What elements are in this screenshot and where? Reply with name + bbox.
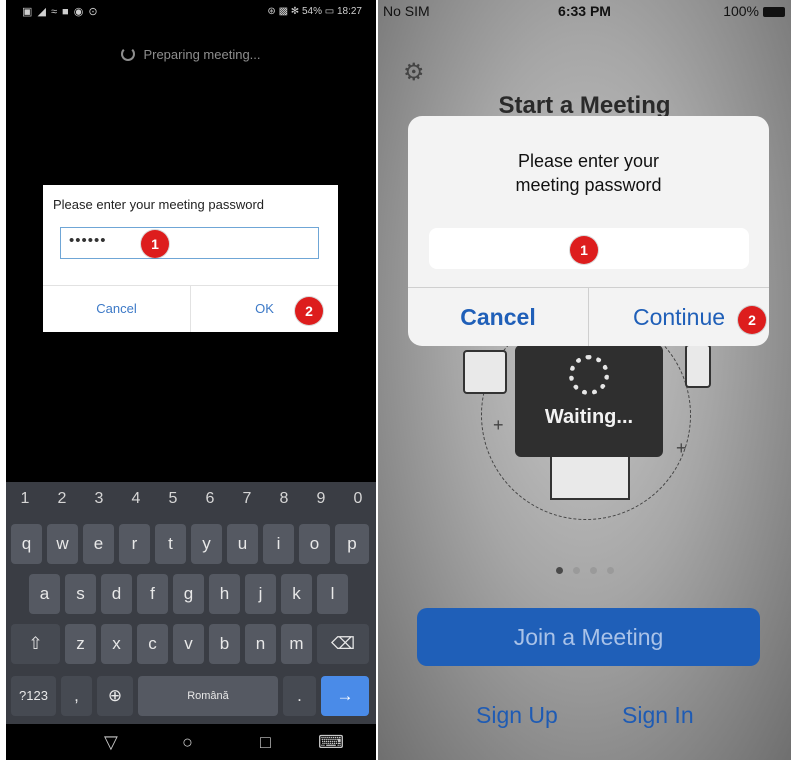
key-2[interactable]: 2 xyxy=(47,490,77,508)
key-p[interactable]: p xyxy=(335,524,369,564)
sign-in-link[interactable]: Sign In xyxy=(622,702,694,729)
page-dot xyxy=(555,567,563,574)
key-v[interactable]: v xyxy=(173,624,204,664)
key-a[interactable]: a xyxy=(29,574,60,614)
globe-icon[interactable]: ⊕ xyxy=(97,676,133,716)
tablet-device-icon xyxy=(463,350,507,394)
key-y[interactable]: y xyxy=(191,524,222,564)
step-badge-2: 2 xyxy=(295,297,323,325)
page-indicator xyxy=(378,561,791,579)
key-b[interactable]: b xyxy=(209,624,240,664)
key-r[interactable]: r xyxy=(119,524,150,564)
step-badge-1: 1 xyxy=(141,230,169,258)
home-icon[interactable]: ○ xyxy=(182,732,193,753)
cancel-button[interactable]: Cancel xyxy=(408,288,589,346)
key-h[interactable]: h xyxy=(209,574,240,614)
key-s[interactable]: s xyxy=(65,574,96,614)
android-password-dialog: Please enter your meeting password •••••… xyxy=(43,185,338,332)
android-phone-screen: ▣ ◢ ≈ ■ ◉ ⊙ ⊛ ▩ ✻ 54% ▭ 18:27 Preparing … xyxy=(6,0,376,760)
space-key[interactable]: Română xyxy=(138,676,278,716)
key-w[interactable]: w xyxy=(47,524,78,564)
backspace-key[interactable]: ⌫ xyxy=(317,624,369,664)
key-6[interactable]: 6 xyxy=(195,490,225,508)
android-status-icons: ▣ ◢ ≈ ■ ◉ ⊙ xyxy=(22,6,99,18)
key-m[interactable]: m xyxy=(281,624,312,664)
key-o[interactable]: o xyxy=(299,524,330,564)
key-8[interactable]: 8 xyxy=(269,490,299,508)
page-dot xyxy=(572,567,580,574)
dialog-title: Please enter your meeting password xyxy=(53,197,265,212)
android-status-bar: ▣ ◢ ≈ ■ ◉ ⊙ ⊛ ▩ ✻ 54% ▭ 18:27 xyxy=(6,0,376,22)
plus-icon: + xyxy=(676,438,687,458)
shift-key[interactable]: ⇧ xyxy=(11,624,60,664)
key-5[interactable]: 5 xyxy=(158,490,188,508)
step-badge-1: 1 xyxy=(570,236,598,264)
keyboard-toggle-icon[interactable]: ⌨ xyxy=(318,732,344,753)
key-j[interactable]: j xyxy=(245,574,276,614)
key-x[interactable]: x xyxy=(101,624,132,664)
cancel-button[interactable]: Cancel xyxy=(43,286,191,332)
dialog-button-row: Cancel Continue xyxy=(408,287,769,346)
ios-phone-screen: No SIM 6:33 PM 100% ⚙ Start a Meeting + … xyxy=(378,0,791,760)
period-key[interactable]: . xyxy=(283,676,316,716)
key-u[interactable]: u xyxy=(227,524,258,564)
key-i[interactable]: i xyxy=(263,524,294,564)
preparing-meeting-status: Preparing meeting... xyxy=(6,47,376,62)
symbols-key[interactable]: ?123 xyxy=(11,676,56,716)
key-k[interactable]: k xyxy=(281,574,312,614)
dialog-title-line-1: Please enter your xyxy=(517,151,660,171)
key-l[interactable]: l xyxy=(317,574,348,614)
key-3[interactable]: 3 xyxy=(84,490,114,508)
loading-spinner-icon xyxy=(569,355,609,395)
dialog-title: Please enter your meeting password xyxy=(408,149,769,197)
step-badge-2: 2 xyxy=(738,306,766,334)
join-meeting-button[interactable]: Join a Meeting xyxy=(417,608,760,666)
keyboard-number-row: 1 2 3 4 5 6 7 8 9 0 xyxy=(6,490,376,514)
plus-icon: + xyxy=(493,415,504,435)
enter-key[interactable]: → xyxy=(321,676,369,716)
key-t[interactable]: t xyxy=(155,524,186,564)
soft-keyboard: 1 2 3 4 5 6 7 8 9 0 q w e r t y u i o p … xyxy=(6,482,376,724)
waiting-overlay: Waiting... xyxy=(515,345,663,457)
back-icon[interactable]: ▽ xyxy=(104,732,118,753)
key-0[interactable]: 0 xyxy=(343,490,373,508)
battery-text: 100% xyxy=(723,3,759,19)
page-dot xyxy=(589,567,597,574)
key-1[interactable]: 1 xyxy=(10,490,40,508)
loading-spinner-icon xyxy=(121,47,136,61)
sign-up-link[interactable]: Sign Up xyxy=(476,702,558,729)
key-q[interactable]: q xyxy=(11,524,42,564)
settings-gear-icon[interactable]: ⚙ xyxy=(403,58,425,87)
android-nav-bar: ▽ ○ □ ⌨ xyxy=(6,724,376,760)
key-d[interactable]: d xyxy=(101,574,132,614)
key-e[interactable]: e xyxy=(83,524,114,564)
battery-indicator: 100% xyxy=(723,3,785,19)
phone-device-icon xyxy=(685,344,711,388)
key-4[interactable]: 4 xyxy=(121,490,151,508)
android-status-right: ⊛ ▩ ✻ 54% ▭ 18:27 xyxy=(267,6,362,17)
comma-key[interactable]: , xyxy=(61,676,92,716)
key-7[interactable]: 7 xyxy=(232,490,262,508)
ios-password-dialog: Please enter your meeting password 1 Can… xyxy=(408,116,769,346)
recents-icon[interactable]: □ xyxy=(260,732,271,753)
dialog-button-row: Cancel OK xyxy=(43,285,338,332)
key-z[interactable]: z xyxy=(65,624,96,664)
waiting-text: Waiting... xyxy=(544,406,634,428)
battery-icon xyxy=(763,7,785,17)
preparing-text: Preparing meeting... xyxy=(143,47,261,62)
dialog-title-line-2: meeting password xyxy=(515,175,662,195)
key-n[interactable]: n xyxy=(245,624,276,664)
password-input[interactable]: •••••• xyxy=(60,227,319,259)
key-9[interactable]: 9 xyxy=(306,490,336,508)
key-f[interactable]: f xyxy=(137,574,168,614)
key-c[interactable]: c xyxy=(137,624,168,664)
ios-status-bar: No SIM 6:33 PM 100% xyxy=(378,0,791,22)
page-dot xyxy=(606,567,614,574)
key-g[interactable]: g xyxy=(173,574,204,614)
